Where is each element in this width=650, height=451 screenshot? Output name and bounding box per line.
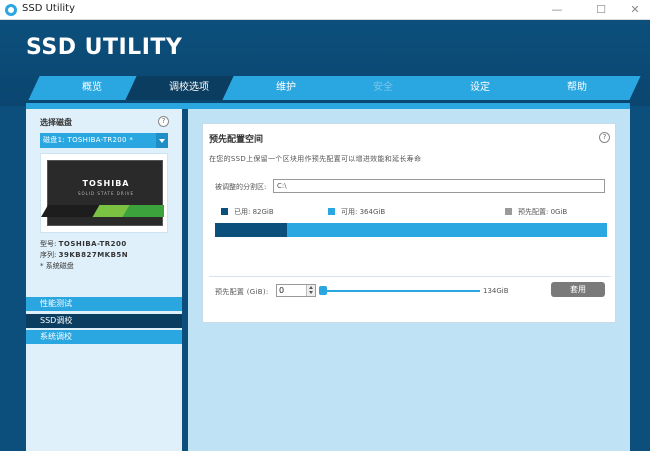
help-icon[interactable]: ? [158, 116, 169, 127]
tab-label: 调校选项 [169, 82, 209, 93]
legend-label: 预先配置: [518, 208, 549, 216]
select-drive-label: 选择磁盘 [40, 118, 72, 127]
ssd-subtitle: SOLID STATE DRIVE [77, 191, 135, 196]
right-edge [630, 109, 650, 451]
panel-title: 预先配置空间 [209, 135, 264, 145]
model-value: TOSHIBA-TR200 [58, 240, 127, 248]
apply-button[interactable]: 套用 [551, 282, 605, 297]
used-swatch [221, 208, 228, 215]
ssd-picture: TOSHIBA SOLID STATE DRIVE [47, 160, 164, 226]
legend-value: 0GiB [550, 208, 568, 216]
slider-max-label: 134GiB [483, 287, 509, 295]
panel-description: 在您的SSD上保留一个区块用作预先配置可以增进效能和延长寿命 [209, 155, 422, 163]
divider [209, 276, 611, 277]
ssd-brand: TOSHIBA [82, 179, 130, 188]
model-info: 型号: TOSHIBA-TR200 [40, 239, 127, 249]
ssd-stripe [48, 205, 164, 217]
legend-label: 已用: [234, 208, 251, 216]
system-disk-note: * 系统磁盘 [40, 262, 74, 270]
op-size-value: 0 [279, 286, 285, 295]
maximize-button[interactable]: ☐ [588, 2, 614, 18]
title-bar: SSD Utility — ☐ ✕ [0, 0, 650, 20]
help-icon[interactable]: ? [599, 132, 610, 143]
tab-label: 概览 [82, 82, 102, 93]
capacity-used-segment [215, 223, 288, 237]
partition-field[interactable]: C:\ [273, 179, 605, 193]
chevron-down-icon[interactable] [156, 133, 168, 148]
main-tabs: 概览 调校选项 维护 安全 设定 帮助 [26, 76, 641, 100]
legend-used: 已用: 82GiB [221, 207, 274, 217]
tab-label: 维护 [276, 82, 296, 93]
drive-image: TOSHIBA SOLID STATE DRIVE [40, 153, 168, 233]
tab-label: 帮助 [567, 82, 587, 93]
op-size-label: 预先配置 (GiB): [215, 288, 269, 296]
side-menu-performance[interactable]: 性能测试 [26, 297, 182, 311]
spin-arrows-icon[interactable] [306, 285, 315, 296]
window-title: SSD Utility [22, 3, 75, 14]
legend-provisioned: 预先配置: 0GiB [505, 207, 567, 217]
minimize-button[interactable]: — [544, 2, 570, 18]
tab-help[interactable]: 帮助 [513, 76, 641, 100]
over-provisioning-panel: 预先配置空间 ? 在您的SSD上保留一个区块用作预先配置可以增进效能和延长寿命 … [202, 123, 616, 323]
provisioned-swatch [505, 208, 512, 215]
main-content: 预先配置空间 ? 在您的SSD上保留一个区块用作预先配置可以增进效能和延长寿命 … [188, 109, 630, 451]
tab-label: 设定 [470, 82, 490, 93]
legend-value: 364GiB [359, 208, 386, 216]
op-slider-track[interactable] [322, 290, 480, 292]
model-label: 型号: [40, 240, 57, 248]
serial-label: 序列: [40, 251, 57, 259]
sidebar: 选择磁盘 ? 磁盘1: TOSHIBA-TR200 * TOSHIBA SOLI… [26, 109, 182, 451]
partition-label: 被调整的分割区: [215, 183, 267, 191]
capacity-bar [215, 223, 607, 237]
serial-info: 序列: 39KB827MKB5N [40, 250, 128, 260]
drive-select[interactable]: 磁盘1: TOSHIBA-TR200 * [40, 133, 168, 148]
close-button[interactable]: ✕ [622, 2, 648, 18]
side-menu-system-tuning[interactable]: 系统调校 [26, 330, 182, 344]
app-logo: SSD UTILITY [26, 35, 183, 60]
serial-value: 39KB827MKB5N [58, 251, 129, 259]
app-gear-icon [5, 4, 17, 16]
tab-label: 安全 [373, 82, 393, 93]
op-size-stepper[interactable]: 0 [276, 284, 316, 297]
side-menu-ssd-tuning[interactable]: SSD调校 [26, 314, 182, 328]
legend-free: 可用: 364GiB [328, 207, 385, 217]
op-slider-handle[interactable] [319, 286, 327, 295]
legend-value: 82GiB [252, 208, 274, 216]
free-swatch [328, 208, 335, 215]
drive-select-value: 磁盘1: TOSHIBA-TR200 * [43, 136, 134, 144]
legend-label: 可用: [341, 208, 358, 216]
